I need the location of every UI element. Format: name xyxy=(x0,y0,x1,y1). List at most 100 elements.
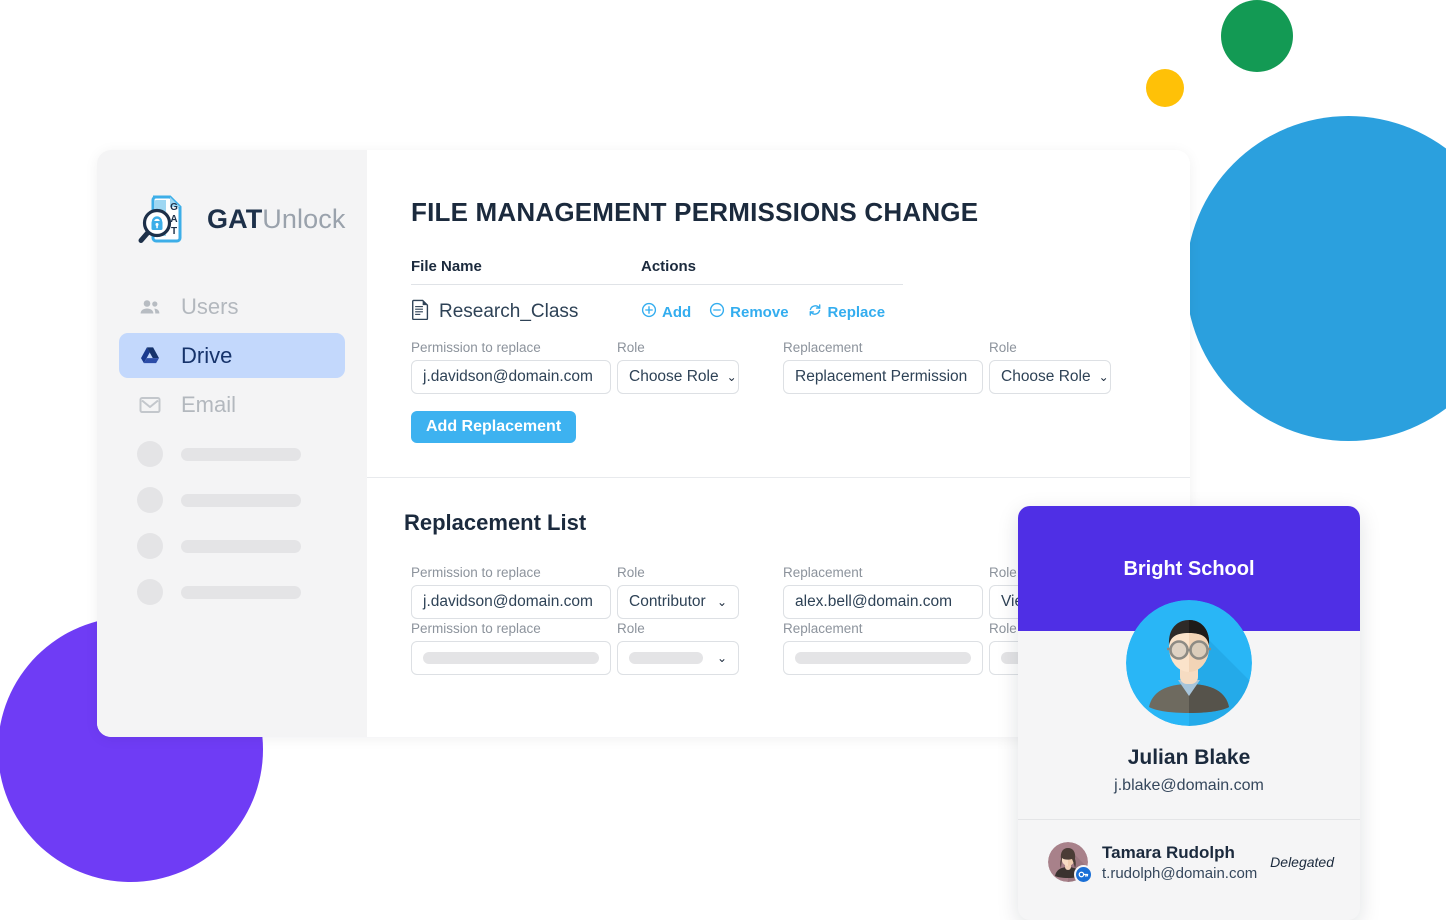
card-divider xyxy=(1018,819,1360,820)
sidebar-skeleton-item xyxy=(119,569,345,615)
user-name: Julian Blake xyxy=(1127,746,1251,769)
decorative-circle-blue xyxy=(1186,116,1446,441)
gmail-envelope-icon xyxy=(137,392,163,418)
brand-logo: G A T GATUnlock xyxy=(97,176,367,248)
remove-action-label: Remove xyxy=(730,303,789,321)
user-email: j.blake@domain.com xyxy=(1114,777,1264,794)
page-title: FILE MANAGEMENT PERMISSIONS CHANGE xyxy=(411,197,979,227)
role-select-value: Choose Role xyxy=(629,368,719,385)
replacement-field: Replacement xyxy=(783,621,983,675)
decorative-circle-green xyxy=(1221,0,1293,72)
people-icon xyxy=(137,294,163,320)
replacement-role-label: Role xyxy=(989,340,1017,355)
permission-to-replace-label: Permission to replace xyxy=(411,340,541,355)
skeleton-label xyxy=(181,585,301,599)
delegate-row[interactable]: Tamara Rudolph t.rudolph@domain.com Dele… xyxy=(1048,842,1334,884)
file-name-cell: Research_Class xyxy=(411,299,641,325)
role-select[interactable]: ⌄ xyxy=(617,641,739,675)
replacement-label: Replacement xyxy=(783,621,863,636)
delegate-texts: Tamara Rudolph t.rudolph@domain.com xyxy=(1102,842,1258,882)
role-select[interactable]: Choose Role ⌄ xyxy=(617,360,739,394)
sidebar-skeleton-item xyxy=(119,523,345,569)
delegate-status-badge: Delegated xyxy=(1270,854,1334,870)
skeleton-avatar xyxy=(137,533,163,559)
replacement-list: Permission to replace j.davidson@domain.… xyxy=(411,565,1111,677)
permission-to-replace-label: Permission to replace xyxy=(411,565,541,580)
skeleton-label xyxy=(181,539,301,553)
skeleton-avatar xyxy=(137,441,163,467)
replacement-input[interactable]: Replacement Permission xyxy=(783,360,983,394)
replacement-list-row-empty: Permission to replace Role ⌄ Replacement xyxy=(411,621,1111,675)
file-actions: Add Remove Replace xyxy=(641,302,885,322)
sidebar-item-email[interactable]: Email xyxy=(119,382,345,427)
skeleton-value xyxy=(629,652,703,664)
brand-name-bold: GAT xyxy=(207,203,263,234)
replacement-field: Replacement Replacement Permission xyxy=(783,340,983,394)
chevron-down-icon: ⌄ xyxy=(716,595,727,609)
replacement-input[interactable] xyxy=(783,641,983,675)
add-replacement-button[interactable]: Add Replacement xyxy=(411,411,577,443)
add-replacement-fields: Permission to replace j.davidson@domain.… xyxy=(411,340,1111,394)
delegate-name: Tamara Rudolph xyxy=(1102,842,1235,862)
replacement-role-select-value: Choose Role xyxy=(1001,368,1091,385)
user-avatar-glasses-icon xyxy=(1126,600,1252,726)
chevron-down-icon: ⌄ xyxy=(716,651,727,665)
sidebar-item-users[interactable]: Users xyxy=(119,284,345,329)
permission-to-replace-input[interactable]: j.davidson@domain.com xyxy=(411,360,611,394)
sidebar-skeleton-item xyxy=(119,477,345,523)
role-select-value: Contributor xyxy=(629,593,706,610)
brand-name-light: Unlock xyxy=(262,203,346,234)
sidebar-item-label: Email xyxy=(181,391,237,417)
role-label: Role xyxy=(617,565,645,580)
decorative-circle-yellow xyxy=(1146,69,1184,107)
file-name: Research_Class xyxy=(439,301,579,322)
svg-text:G: G xyxy=(170,202,178,213)
plus-circle-icon xyxy=(641,302,657,322)
sidebar-skeleton-item xyxy=(119,431,345,477)
sidebar-item-label: Users xyxy=(181,293,239,319)
role-label: Role xyxy=(617,621,645,636)
permission-to-replace-field: Permission to replace j.davidson@domain.… xyxy=(411,565,611,619)
section-divider xyxy=(367,477,1190,478)
add-action-label: Add xyxy=(662,303,692,321)
replacement-list-title: Replacement List xyxy=(404,510,587,535)
remove-action-button[interactable]: Remove xyxy=(709,302,789,322)
replacement-field: Replacement alex.bell@domain.com xyxy=(783,565,983,619)
permission-to-replace-field: Permission to replace j.davidson@domain.… xyxy=(411,340,611,394)
table-header-row: File Name Actions xyxy=(411,258,903,285)
role-field: Role Contributor ⌄ xyxy=(617,565,739,619)
replacement-label: Replacement xyxy=(783,340,863,355)
permission-to-replace-input[interactable] xyxy=(411,641,611,675)
chevron-down-icon: ⌄ xyxy=(726,370,737,384)
delegate-email: t.rudolph@domain.com xyxy=(1102,864,1258,882)
role-label: Role xyxy=(617,340,645,355)
role-select[interactable]: Contributor ⌄ xyxy=(617,585,739,619)
sidebar-nav: Users Drive Email xyxy=(97,284,367,615)
skeleton-value xyxy=(423,652,599,664)
key-icon xyxy=(1074,865,1093,884)
replacement-label: Replacement xyxy=(783,565,863,580)
column-header-actions: Actions xyxy=(641,258,697,275)
replacement-input[interactable]: alex.bell@domain.com xyxy=(783,585,983,619)
file-table: File Name Actions Research_Class Add Rem… xyxy=(411,258,903,325)
skeleton-value xyxy=(795,652,971,664)
table-row: Research_Class Add Remove Replace xyxy=(411,285,903,325)
sidebar-item-drive[interactable]: Drive xyxy=(119,333,345,378)
permission-to-replace-input[interactable]: j.davidson@domain.com xyxy=(411,585,611,619)
skeleton-label xyxy=(181,493,301,507)
google-drive-icon xyxy=(137,343,163,369)
replace-action-button[interactable]: Replace xyxy=(807,302,886,322)
column-header-file-name: File Name xyxy=(411,258,482,275)
replacement-role-select[interactable]: Choose Role ⌄ xyxy=(989,360,1111,394)
permission-to-replace-label: Permission to replace xyxy=(411,621,541,636)
replace-action-label: Replace xyxy=(827,303,886,321)
chevron-down-icon: ⌄ xyxy=(1098,370,1109,384)
document-icon xyxy=(411,299,430,325)
sidebar-item-label: Drive xyxy=(181,342,233,368)
skeleton-label xyxy=(181,447,301,461)
brand-name: GATUnlock xyxy=(207,204,345,235)
role-field: Role Choose Role ⌄ xyxy=(617,340,739,394)
sidebar: G A T GATUnlock Users Drive Email xyxy=(97,150,367,737)
skeleton-avatar xyxy=(137,487,163,513)
add-action-button[interactable]: Add xyxy=(641,302,691,322)
